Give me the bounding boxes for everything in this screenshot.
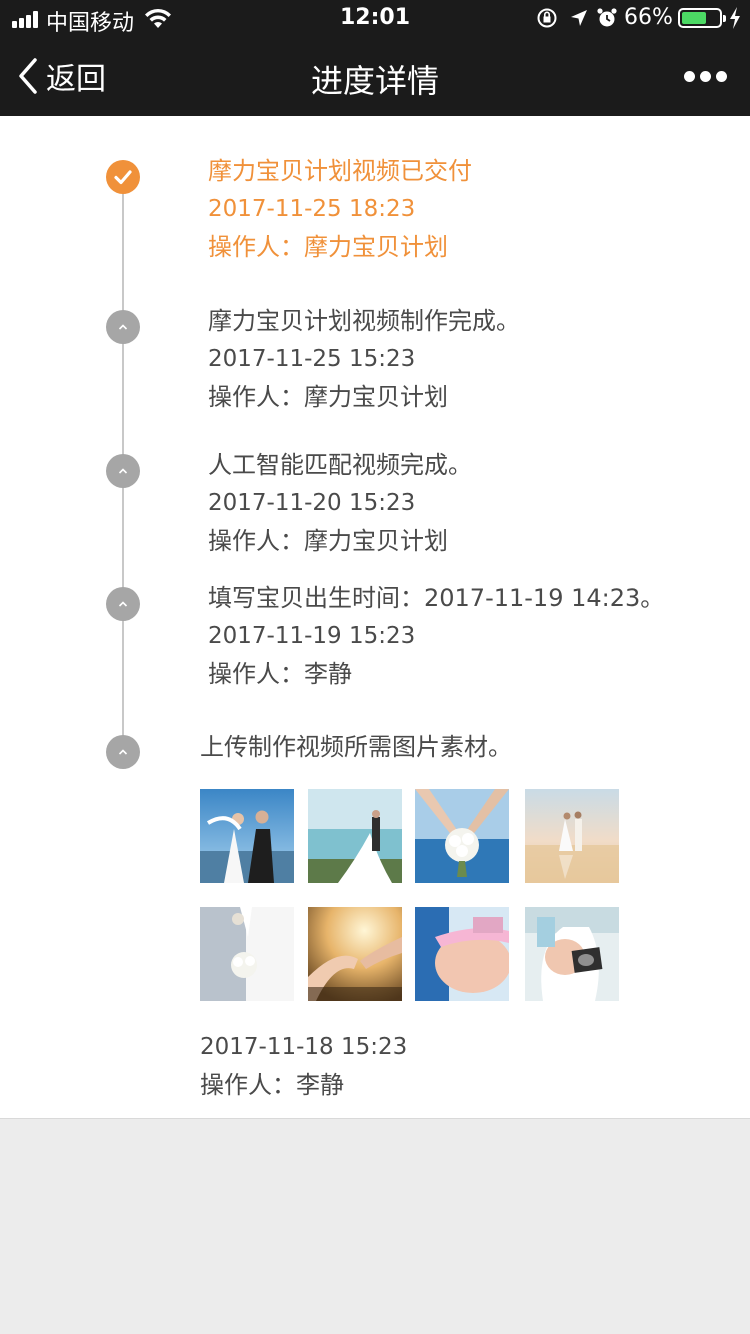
wedding-bouquet-closeup-photo[interactable] xyxy=(200,907,294,1001)
entry-title: 上传制作视频所需图片素材。 xyxy=(200,733,512,761)
entry-title: 摩力宝贝计划视频制作完成。 xyxy=(208,307,520,335)
entry-time: 2017-11-19 15:23 xyxy=(208,623,416,649)
entry-operator: 操作人：摩力宝贝计划 xyxy=(208,233,448,261)
beach-wedding-photo[interactable] xyxy=(308,789,402,883)
timeline-entry: 人工智能匹配视频完成。 2017-11-20 15:23 操作人：摩力宝贝计划 xyxy=(208,446,472,560)
chevron-up-icon xyxy=(118,324,128,330)
page-title: 进度详情 xyxy=(310,62,439,100)
ultrasound-photo[interactable] xyxy=(525,907,619,1001)
check-icon xyxy=(114,170,132,185)
charging-icon xyxy=(730,7,740,29)
alarm-icon xyxy=(597,8,617,27)
orientation-lock-icon xyxy=(537,8,557,28)
wedding-couple-photo[interactable] xyxy=(200,789,294,883)
timeline-entry-footer: 2017-11-18 15:23 操作人：李静 xyxy=(200,1028,407,1104)
entry-operator: 操作人：李静 xyxy=(208,660,352,688)
timeline-node xyxy=(106,735,140,769)
timeline-node xyxy=(106,310,140,344)
battery-icon xyxy=(678,8,726,28)
bridal-bouquet-photo[interactable] xyxy=(415,789,509,883)
more-icon[interactable] xyxy=(680,62,730,92)
entry-title: 填写宝贝出生时间：2017-11-19 14:23。 xyxy=(208,584,665,612)
timeline-entry: 摩力宝贝计划视频制作完成。 2017-11-25 15:23 操作人：摩力宝贝计… xyxy=(208,302,520,416)
location-icon xyxy=(571,10,587,26)
entry-title: 人工智能匹配视频完成。 xyxy=(208,451,472,479)
sunset-beach-couple-photo[interactable] xyxy=(525,789,619,883)
timeline-node xyxy=(106,454,140,488)
chevron-up-icon xyxy=(118,468,128,474)
timeline-entry: 摩力宝贝计划视频已交付 2017-11-25 18:23 操作人：摩力宝贝计划 xyxy=(208,152,472,266)
entry-operator: 操作人：摩力宝贝计划 xyxy=(208,527,448,555)
pregnant-belly-photo[interactable] xyxy=(415,907,509,1001)
timeline-node xyxy=(106,587,140,621)
entry-operator: 操作人：李静 xyxy=(200,1071,344,1099)
status-bar: 中国移动 12:01 66% xyxy=(0,0,750,40)
battery-percent: 66% xyxy=(624,5,673,30)
nav-bar: 返回 进度详情 xyxy=(0,40,750,116)
entry-time: 2017-11-20 15:23 xyxy=(208,490,416,516)
holding-hands-photo[interactable] xyxy=(308,907,402,1001)
entry-title: 摩力宝贝计划视频已交付 xyxy=(208,157,472,185)
timeline-node-delivered xyxy=(106,160,140,194)
top-bar: 中国移动 12:01 66% 返回 进度详情 xyxy=(0,0,750,116)
timeline-panel: 摩力宝贝计划视频已交付 2017-11-25 18:23 操作人：摩力宝贝计划 … xyxy=(0,116,750,1119)
entry-time: 2017-11-25 18:23 xyxy=(208,196,416,222)
chevron-up-icon xyxy=(118,749,128,755)
entry-time: 2017-11-25 15:23 xyxy=(208,346,416,372)
entry-operator: 操作人：摩力宝贝计划 xyxy=(208,383,448,411)
chevron-up-icon xyxy=(118,601,128,607)
timeline-entry: 填写宝贝出生时间：2017-11-19 14:23。 2017-11-19 15… xyxy=(208,579,664,693)
entry-time: 2017-11-18 15:23 xyxy=(200,1034,408,1060)
timeline-entry: 上传制作视频所需图片素材。 xyxy=(200,728,512,766)
